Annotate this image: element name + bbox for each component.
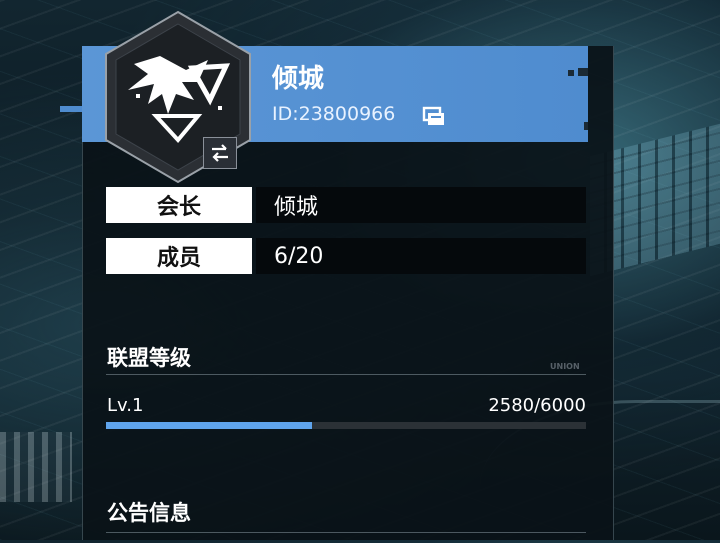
level-progress-fill xyxy=(106,422,313,429)
header-notch xyxy=(578,68,588,76)
guild-id: ID:23800966 xyxy=(272,103,396,125)
leader-row: 会长 倾城 xyxy=(106,187,586,223)
level-divider xyxy=(106,374,586,375)
members-label: 成员 xyxy=(106,238,252,274)
copy-icon xyxy=(422,106,444,125)
header-notch xyxy=(568,70,574,76)
guild-name: 倾城 xyxy=(272,64,325,94)
swap-arrows-icon xyxy=(212,144,228,162)
leader-value: 倾城 xyxy=(256,187,586,223)
swap-emblem-button[interactable] xyxy=(203,137,237,169)
members-row: 成员 6/20 xyxy=(106,238,586,274)
copy-id-button[interactable] xyxy=(418,104,448,128)
union-tag: UNION xyxy=(550,362,580,371)
background-tower xyxy=(0,432,72,502)
leader-label: 会长 xyxy=(106,187,252,223)
notice-divider xyxy=(106,532,586,533)
members-value: 6/20 xyxy=(256,238,586,274)
notice-section-title: 公告信息 xyxy=(107,501,191,525)
level-section-title: 联盟等级 xyxy=(107,346,191,370)
guild-level: Lv.1 xyxy=(107,395,144,416)
header-notch xyxy=(584,122,588,130)
guild-exp: 2580/6000 xyxy=(488,395,586,416)
level-progress-bar xyxy=(106,422,586,429)
